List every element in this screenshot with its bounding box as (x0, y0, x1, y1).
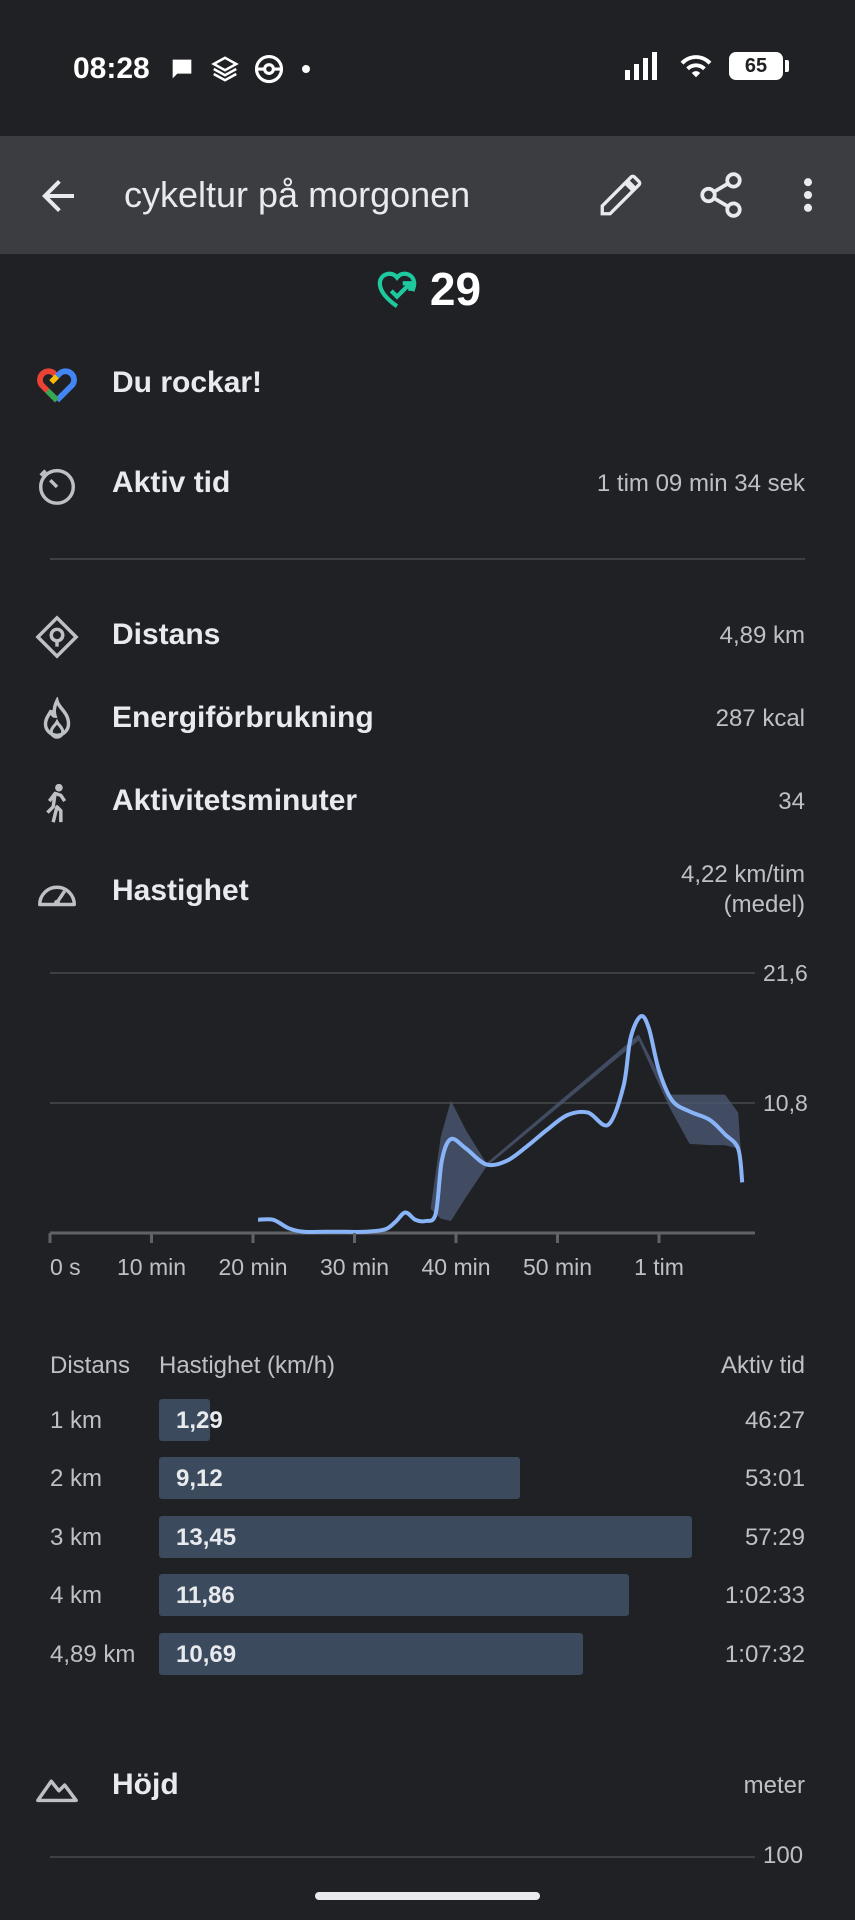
active-minutes-label: Aktivitetsminuter (112, 784, 358, 817)
home-indicator[interactable] (315, 1892, 540, 1900)
speed-chart: 0 s 10 min 20 min 30 min 40 min 50 min 1 tim 21… (48, 960, 808, 1280)
divider (50, 558, 805, 560)
split-speed: 13,45 (176, 1524, 237, 1551)
status-time: 08:28 (73, 52, 150, 85)
battery-indicator: 65 (729, 52, 789, 80)
heart-points: 29 (0, 262, 855, 316)
pokeball-icon (254, 54, 284, 84)
distance-label: Distans (112, 618, 221, 651)
distance-row: Distans 4,89 km (0, 604, 855, 664)
chat-bubble-icon (172, 59, 192, 79)
split-row: 4 km 11,86 1:02:33 (0, 1574, 855, 1618)
split-time: 57:29 (744, 1524, 805, 1551)
back-arrow-icon[interactable] (34, 172, 82, 220)
active-time-row: Aktiv tid 1 tim 09 min 34 sek (0, 452, 855, 512)
speed-value-line2: (medel) (723, 891, 805, 918)
x-tick-label: 30 min (320, 1254, 389, 1280)
y-tick-label: 21,6 (763, 960, 808, 986)
split-time: 1:07:32 (724, 1641, 805, 1668)
x-tick-label: 20 min (218, 1254, 287, 1280)
splits-header-time: Aktiv tid (720, 1352, 805, 1379)
elevation-row: Höjd meter (0, 1754, 855, 1814)
wifi-icon (680, 55, 712, 78)
flame-icon (43, 697, 71, 739)
split-row: 1 km 1,29 46:27 (0, 1399, 855, 1443)
split-time: 46:27 (744, 1407, 805, 1434)
split-speed: 1,29 (176, 1407, 223, 1434)
splits-header-distance: Distans (50, 1352, 131, 1379)
elevation-label: Höjd (112, 1768, 179, 1801)
y-tick-label: 10,8 (763, 1090, 808, 1116)
split-distance: 1 km (50, 1407, 103, 1434)
speed-line-series (258, 1014, 745, 1235)
more-vert-icon[interactable] (786, 170, 830, 220)
split-speed: 11,86 (176, 1582, 235, 1609)
heart-points-value: 29 (429, 263, 482, 315)
praise-text: Du rockar! (112, 366, 263, 399)
split-row: 2 km 9,12 53:01 (0, 1457, 855, 1501)
splits-header-speed: Hastighet (km/h) (159, 1352, 336, 1379)
split-distance: 3 km (50, 1524, 103, 1551)
split-speed: 10,69 (176, 1641, 237, 1668)
split-row: 4,89 km 10,69 1:07:32 (0, 1633, 855, 1677)
split-distance: 4,89 km (50, 1641, 136, 1668)
elevation-gridline (50, 1856, 755, 1858)
praise-row: Du rockar! (0, 352, 855, 412)
x-tick-label: 1 tim (634, 1254, 684, 1280)
x-tick-label: 40 min (421, 1254, 490, 1280)
google-fit-logo-icon (37, 368, 77, 403)
notification-icons (168, 54, 314, 84)
x-tick-label: 0 s (50, 1254, 81, 1280)
location-diamond-icon (35, 615, 79, 659)
dot-icon (302, 65, 310, 73)
energy-label: Energiförbrukning (112, 701, 374, 734)
energy-value: 287 kcal (715, 705, 805, 732)
split-distance: 2 km (50, 1465, 103, 1492)
elevation-unit: meter (743, 1772, 805, 1799)
timer-icon (38, 468, 76, 505)
active-time-value: 1 tim 09 min 34 sek (596, 470, 805, 497)
share-icon[interactable] (696, 170, 746, 220)
edit-pencil-icon[interactable] (596, 170, 646, 220)
active-minutes-value: 34 (778, 788, 805, 815)
split-time: 53:01 (744, 1465, 805, 1492)
split-distance: 4 km (50, 1582, 103, 1609)
x-tick-label: 10 min (117, 1254, 186, 1280)
stack-app-icon (211, 56, 239, 82)
split-row: 3 km 13,45 57:29 (0, 1516, 855, 1560)
walking-person-icon (46, 783, 67, 823)
page-title: cykeltur på morgonen (124, 174, 471, 215)
speed-range-band (430, 1034, 743, 1221)
active-time-label: Aktiv tid (112, 466, 231, 499)
app-bar: cykeltur på morgonen (0, 136, 855, 254)
mountain-icon (36, 1779, 78, 1803)
speedometer-icon (38, 885, 76, 907)
split-speed-bar (159, 1516, 692, 1558)
active-minutes-row: Aktivitetsminuter 34 (0, 770, 855, 830)
speed-value: 4,22 km/tim (medel) (681, 860, 805, 920)
distance-value: 4,89 km (719, 622, 805, 649)
split-speed: 9,12 (176, 1465, 223, 1492)
speed-value-line1: 4,22 km/tim (680, 861, 805, 888)
split-time: 1:02:33 (724, 1582, 805, 1609)
status-bar: 08:28 65 (0, 0, 855, 136)
elevation-tick: 100 (763, 1842, 804, 1869)
system-icons: 65 (625, 52, 789, 80)
signal-icon (625, 52, 657, 80)
energy-row: Energiförbrukning 287 kcal (0, 687, 855, 747)
heart-points-icon (377, 271, 417, 308)
speed-row: Hastighet 4,22 km/tim (medel) (0, 860, 855, 930)
speed-label: Hastighet (112, 874, 249, 907)
x-tick-label: 50 min (523, 1254, 592, 1280)
